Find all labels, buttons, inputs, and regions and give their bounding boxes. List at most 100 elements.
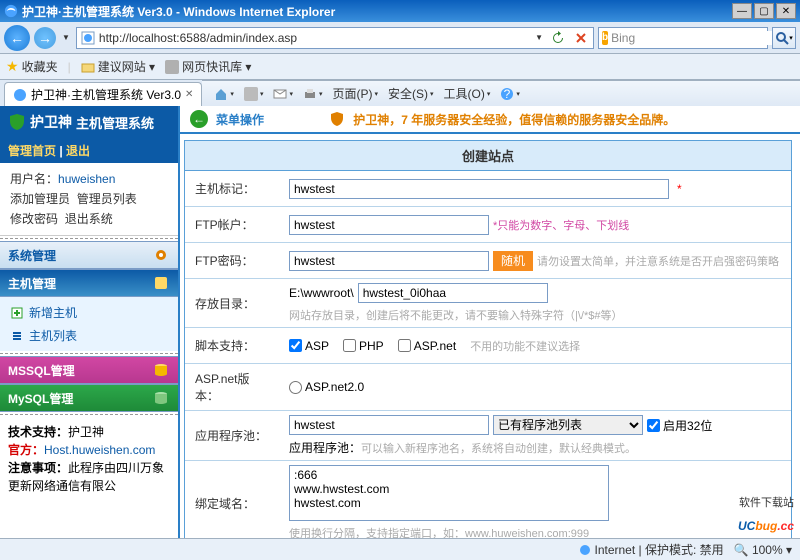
- aspnet-ver-label: ASP.net版本：: [185, 364, 281, 410]
- path-input[interactable]: [358, 283, 548, 303]
- suggested-label: 建议网站 ▾: [98, 58, 155, 75]
- favorites-bar: ★收藏夹 | 建议网站 ▾ 网页快讯库 ▾: [0, 54, 800, 80]
- user-info-block: 用户名：huweishen 添加管理员 管理员列表 修改密码 退出系统: [0, 163, 178, 236]
- ftp-user-label: FTP帐户：: [185, 210, 281, 239]
- aspnet-checkbox[interactable]: ASP.net: [398, 339, 456, 353]
- address-dropdown[interactable]: ▼: [533, 33, 545, 42]
- add-admin-link[interactable]: 添加管理员: [10, 192, 70, 206]
- back-button[interactable]: ←: [4, 25, 30, 51]
- admin-list-link[interactable]: 管理员列表: [77, 192, 137, 206]
- favorites-label: 收藏夹: [22, 58, 58, 75]
- new-icon: [10, 306, 24, 320]
- nav-home-link[interactable]: 管理首页: [8, 144, 56, 158]
- username-label: 用户名：: [10, 172, 58, 186]
- ie-icon: [4, 4, 18, 18]
- sidebar-cat-mssql[interactable]: MSSQL管理: [0, 356, 178, 384]
- feeds-button[interactable]: ▾: [244, 87, 264, 101]
- sidebar-cat-system[interactable]: 系统管理: [0, 241, 178, 269]
- suggested-sites-link[interactable]: 建议网站 ▾: [81, 58, 155, 75]
- exit-system-link[interactable]: 退出系统: [65, 212, 113, 226]
- ftp-pwd-label: FTP密码：: [185, 246, 281, 275]
- print-icon: [303, 87, 317, 101]
- required-icon: *: [677, 182, 682, 196]
- address-bar: ▼: [76, 27, 594, 49]
- forward-button[interactable]: →: [34, 27, 56, 49]
- list-icon: [10, 329, 24, 343]
- domain-textarea[interactable]: [289, 465, 609, 521]
- tab-close-icon[interactable]: ✕: [185, 89, 193, 100]
- feed-icon: [244, 87, 258, 101]
- script-hint: 不用的功能不建议选择: [470, 338, 580, 354]
- star-icon: ★: [6, 58, 19, 75]
- db-icon: [152, 361, 170, 379]
- zoom-control[interactable]: 🔍 100% ▾: [734, 543, 792, 557]
- sidebar-cat-mysql[interactable]: MySQL管理: [0, 384, 178, 412]
- create-site-form: 创建站点 主机标记： * FTP帐户： *只能为数字、字母、下划线 FTP密码：…: [184, 140, 792, 538]
- pool-input[interactable]: [289, 415, 489, 435]
- form-title: 创建站点: [185, 141, 791, 171]
- asp-checkbox[interactable]: ASP: [289, 339, 329, 353]
- print-button[interactable]: ▾: [303, 87, 323, 101]
- globe-icon: [579, 544, 591, 556]
- shield-icon: [329, 111, 345, 127]
- aspnet2-radio[interactable]: ASP.net2.0: [289, 380, 364, 394]
- ftp-pwd-input[interactable]: [289, 251, 489, 271]
- search-input[interactable]: [635, 31, 790, 45]
- history-dropdown[interactable]: ▼: [60, 33, 72, 42]
- maximize-button[interactable]: ▢: [754, 3, 774, 19]
- path-hint: 网站存放目录，创建后将不能更改，请不要输入特殊字符（|\/*$#等）: [289, 307, 783, 323]
- window-title: 护卫神·主机管理系统 Ver3.0 - Windows Internet Exp…: [22, 3, 730, 20]
- sidebar: 护卫神 主机管理系统 管理首页 | 退出 用户名：huweishen 添加管理员…: [0, 106, 180, 538]
- minimize-button[interactable]: —: [732, 3, 752, 19]
- official-link[interactable]: Host.huweishen.com: [44, 443, 155, 457]
- sidebar-nav: 管理首页 | 退出: [0, 138, 178, 163]
- address-input[interactable]: [99, 31, 533, 45]
- host-submenu: 新增主机 主机列表: [0, 297, 178, 351]
- help-button[interactable]: ?▾: [500, 87, 520, 101]
- db-icon-2: [152, 389, 170, 407]
- path-label: 存放目录：: [185, 289, 281, 318]
- content-area: ← 菜单操作 护卫神，7 年服务器安全经验，值得信赖的服务器安全品牌。 创建站点…: [180, 106, 800, 538]
- page-menu[interactable]: 页面(P)▾: [332, 85, 378, 102]
- nav-exit-link[interactable]: 退出: [66, 144, 90, 158]
- new-host-link[interactable]: 新增主机: [10, 301, 168, 324]
- stop-button[interactable]: [571, 28, 591, 48]
- back-arrow-icon[interactable]: ←: [190, 110, 208, 128]
- brand-name: 护卫神: [30, 112, 72, 132]
- mail-icon: [273, 87, 287, 101]
- tools-menu[interactable]: 工具(O)▾: [444, 85, 491, 102]
- home-button[interactable]: ▾: [214, 87, 234, 101]
- status-bar: Internet | 保护模式: 禁用 🔍 100% ▾: [0, 538, 800, 560]
- search-bar: b Bing: [598, 27, 768, 49]
- content-topbar: ← 菜单操作 护卫神，7 年服务器安全经验，值得信赖的服务器安全品牌。: [180, 106, 800, 134]
- host-mark-label: 主机标记：: [185, 174, 281, 203]
- script-label: 脚本支持：: [185, 331, 281, 360]
- host-mark-input[interactable]: [289, 179, 669, 199]
- page-icon: [80, 30, 96, 46]
- search-button[interactable]: ▾: [772, 27, 796, 49]
- mail-button[interactable]: ▾: [273, 87, 293, 101]
- web-slice-link[interactable]: 网页快讯库 ▾: [165, 58, 251, 75]
- refresh-button[interactable]: [548, 28, 568, 48]
- pool-select[interactable]: 已有程序池列表: [493, 415, 643, 435]
- navigation-bar: ← → ▼ ▼ b Bing ▾: [0, 22, 800, 54]
- home-icon: [214, 87, 228, 101]
- webslice-label: 网页快讯库 ▾: [182, 58, 251, 75]
- ftp-user-input[interactable]: [289, 215, 489, 235]
- browser-tab[interactable]: 护卫神·主机管理系统 Ver3.0 ✕: [4, 82, 202, 106]
- change-password-link[interactable]: 修改密码: [10, 212, 58, 226]
- protect-mode: 保护模式: 禁用: [645, 543, 724, 557]
- host-list-link[interactable]: 主机列表: [10, 324, 168, 347]
- path-prefix: E:\wwwroot\: [289, 286, 354, 300]
- sidebar-cat-host[interactable]: 主机管理: [0, 269, 178, 297]
- safety-menu[interactable]: 安全(S)▾: [388, 85, 434, 102]
- favorites-button[interactable]: ★收藏夹: [6, 58, 58, 75]
- server-icon: [152, 274, 170, 292]
- php-checkbox[interactable]: PHP: [343, 339, 384, 353]
- ftp-user-hint: *只能为数字、字母、下划线: [493, 217, 629, 233]
- enable-32bit-checkbox[interactable]: 启用32位: [647, 417, 712, 434]
- random-button[interactable]: 随机: [493, 251, 533, 271]
- pool-label: 应用程序池：: [185, 421, 281, 450]
- close-button[interactable]: ✕: [776, 3, 796, 19]
- footer-info: 技术支持：护卫神 官方：Host.huweishen.com 注意事项：此程序由…: [0, 417, 178, 501]
